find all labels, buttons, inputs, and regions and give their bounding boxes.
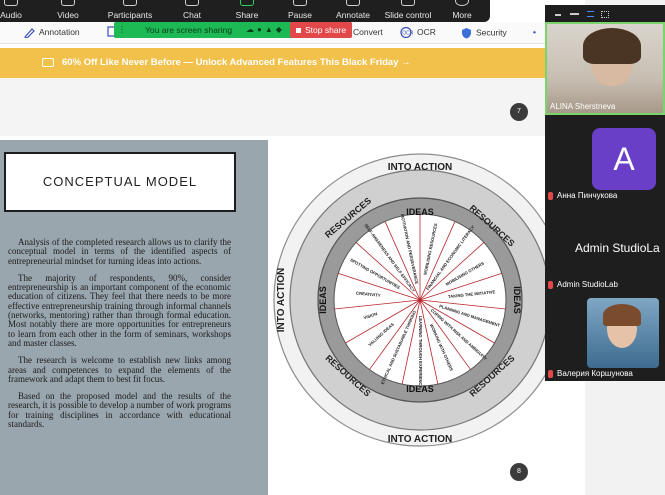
participants-button[interactable]: Participants: [104, 0, 156, 22]
into-action-left-label: INTO ACTION: [276, 268, 287, 332]
share-icon: [240, 0, 254, 6]
chat-button[interactable]: Chat: [178, 0, 206, 22]
audio-button[interactable]: Audio: [0, 0, 22, 22]
annotation-tool[interactable]: Annotation: [24, 27, 80, 39]
chat-icon: [185, 0, 199, 6]
conceptual-model-diagram: MOBILISING RESOURCESFINANCIAL AND ECONOM…: [273, 153, 567, 447]
screen-sharing-status: You are screen sharing: [145, 25, 233, 35]
overflow-menu-icon[interactable]: •: [533, 27, 536, 37]
participant-name-row: Валерия Коршунова: [548, 369, 633, 378]
share-button[interactable]: Share: [232, 0, 262, 22]
more-icon: [455, 0, 469, 6]
minimize-icon[interactable]: [555, 14, 561, 16]
participant-name: ALINA Sherstneva: [550, 102, 616, 111]
slide-control-icon: [401, 0, 415, 6]
participants-icon: [123, 0, 137, 6]
stop-icon: [296, 28, 301, 34]
previous-page: 7: [0, 78, 545, 136]
ocr-tool[interactable]: OCR OCR: [400, 27, 436, 39]
participant-avatar: A: [592, 128, 656, 190]
participant-name-row: Admin StudioLab: [548, 280, 618, 289]
pause-icon: [293, 0, 307, 6]
ocr-icon: OCR: [400, 27, 414, 39]
participant-video-valeria[interactable]: [587, 298, 659, 368]
screen-sharing-bar: ⋮ You are screen sharing ☁●▲◆ Stop share: [114, 22, 352, 38]
page-number-badge: 8: [510, 463, 528, 481]
paragraph: Based on the proposed model and the resu…: [8, 391, 231, 430]
promo-text: 60% Off Like Never Before — Unlock Advan…: [62, 57, 411, 68]
participant-display-name: Admin StudioLa: [575, 241, 660, 255]
participant-hair: [603, 304, 641, 326]
ideas-label-right: IDEAS: [512, 286, 522, 314]
audio-icon: [4, 0, 18, 6]
collapse-icon[interactable]: [570, 13, 579, 15]
ideas-label-left: IDEAS: [318, 286, 328, 314]
participants-video-panel: ALINA Sherstneva A Анна Пинчукова Admin …: [545, 5, 665, 381]
slide-title: CONCEPTUAL MODEL: [4, 152, 236, 212]
slide-page: CONCEPTUAL MODEL Analysis of the complet…: [0, 140, 567, 495]
pause-button[interactable]: Pause: [285, 0, 315, 22]
ideas-label-top: IDEAS: [406, 207, 434, 217]
wheel-center: [418, 298, 422, 302]
mic-muted-icon: [548, 369, 553, 378]
mic-muted-icon: [548, 280, 553, 289]
paragraph: The research is welcome to establish new…: [8, 355, 231, 384]
slide-text-panel: CONCEPTUAL MODEL Analysis of the complet…: [0, 140, 268, 495]
mic-muted-icon: [548, 191, 553, 200]
slide-control-button[interactable]: Slide control: [382, 0, 434, 22]
speaker-view-icon[interactable]: [587, 11, 594, 17]
promo-banner[interactable]: 60% Off Like Never Before — Unlock Advan…: [0, 48, 545, 78]
pen-icon: [24, 28, 35, 39]
convert-tool[interactable]: Convert: [353, 27, 383, 37]
panel-header: [545, 5, 665, 21]
into-action-bottom-label: INTO ACTION: [388, 434, 452, 445]
page-number-badge: 7: [510, 103, 528, 121]
drag-handle-icon[interactable]: ⋮: [118, 25, 126, 34]
svg-text:OCR: OCR: [402, 31, 413, 37]
gallery-view-icon[interactable]: [601, 11, 609, 18]
participant-hair: [583, 28, 641, 64]
paragraph: The majority of respondents, 90%, consid…: [8, 272, 231, 348]
security-tool[interactable]: Security: [461, 27, 507, 39]
video-button[interactable]: Video: [52, 0, 84, 22]
annotate-button[interactable]: Annotate: [333, 0, 373, 22]
sharing-status-icons: ☁●▲◆: [246, 25, 285, 34]
annotate-icon: [346, 0, 360, 6]
slide-body: Analysis of the completed research allow…: [8, 237, 231, 437]
participant-name-row: Анна Пинчукова: [548, 191, 617, 200]
paragraph: Analysis of the completed research allow…: [8, 237, 231, 266]
video-icon: [61, 0, 75, 6]
shield-icon: [462, 28, 471, 39]
ideas-label-bottom: IDEAS: [406, 384, 434, 394]
into-action-top-label: INTO ACTION: [388, 162, 452, 173]
zoom-meeting-toolbar: Audio Video Participants Chat Share Paus…: [0, 0, 490, 22]
stop-share-button[interactable]: Stop share: [290, 22, 352, 38]
participant-video-alina[interactable]: ALINA Sherstneva: [545, 22, 665, 115]
ticket-icon: [42, 58, 54, 67]
more-button[interactable]: More: [450, 0, 474, 22]
competence-segment-label: LEARNING THROUGH EXPERIENCE: [418, 316, 423, 389]
